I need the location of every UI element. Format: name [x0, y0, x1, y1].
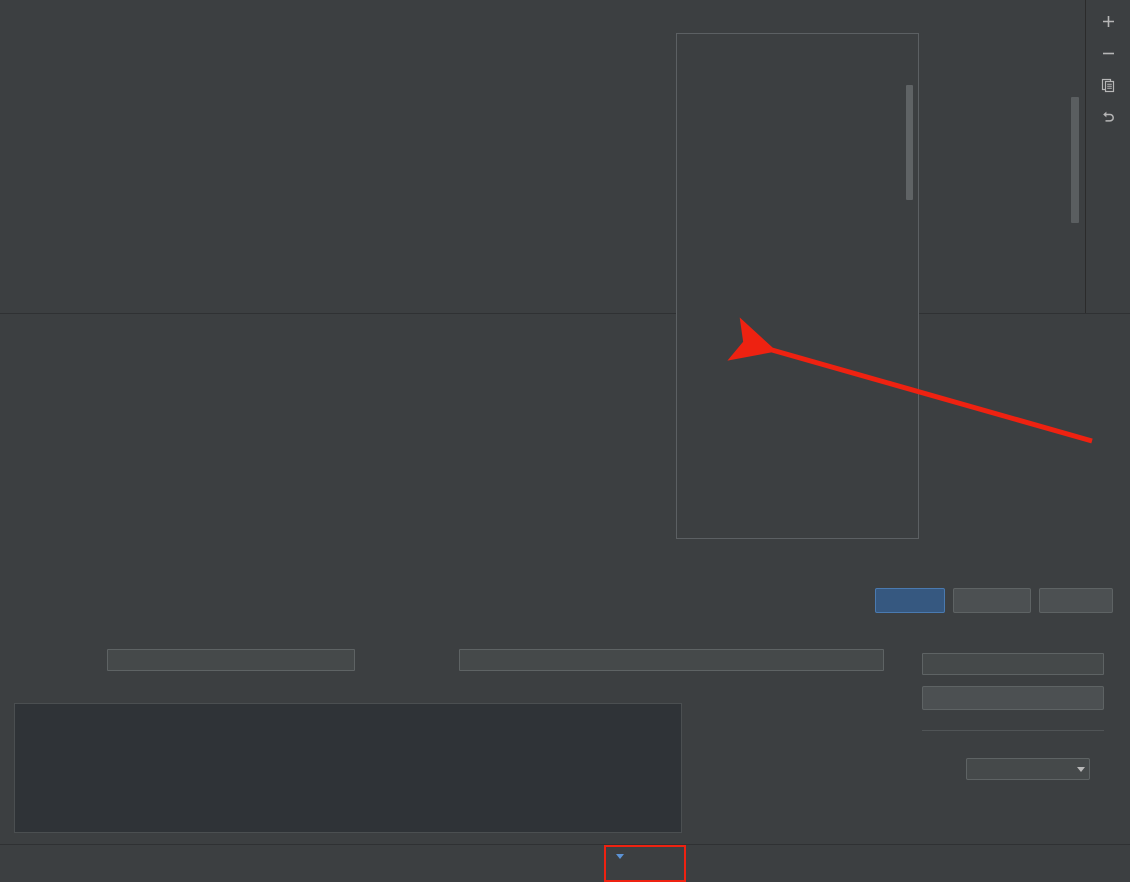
options-divider	[922, 730, 1104, 731]
add-button[interactable]	[1086, 5, 1130, 37]
copy-icon	[1101, 78, 1114, 92]
shortcut-input[interactable]	[922, 653, 1104, 675]
expand-with-select[interactable]	[966, 758, 1090, 780]
popup-scrollbar-thumb[interactable]	[906, 85, 913, 200]
remove-button[interactable]	[1086, 37, 1130, 69]
live-templates-tree[interactable]	[0, 0, 1086, 313]
plus-icon	[1102, 15, 1114, 27]
abbreviation-input[interactable]	[107, 649, 355, 671]
apply-button[interactable]	[1039, 588, 1113, 613]
edit-variables-button[interactable]	[922, 686, 1104, 710]
cancel-button[interactable]	[953, 588, 1031, 613]
undo-icon	[1103, 111, 1114, 122]
minus-icon	[1102, 52, 1114, 54]
change-link-highlight-box	[604, 845, 686, 882]
dialog-button-bar	[0, 570, 1130, 625]
ok-button[interactable]	[875, 588, 945, 613]
description-input[interactable]	[459, 649, 884, 671]
template-text-editor[interactable]	[14, 703, 682, 833]
chevron-down-icon	[1077, 766, 1085, 772]
duplicate-button[interactable]	[1086, 69, 1130, 101]
tree-scrollbar-thumb[interactable]	[1071, 97, 1079, 223]
tree-toolbar[interactable]	[1086, 0, 1130, 313]
revert-button[interactable]	[1086, 101, 1130, 133]
context-selection-popup[interactable]	[676, 33, 919, 539]
